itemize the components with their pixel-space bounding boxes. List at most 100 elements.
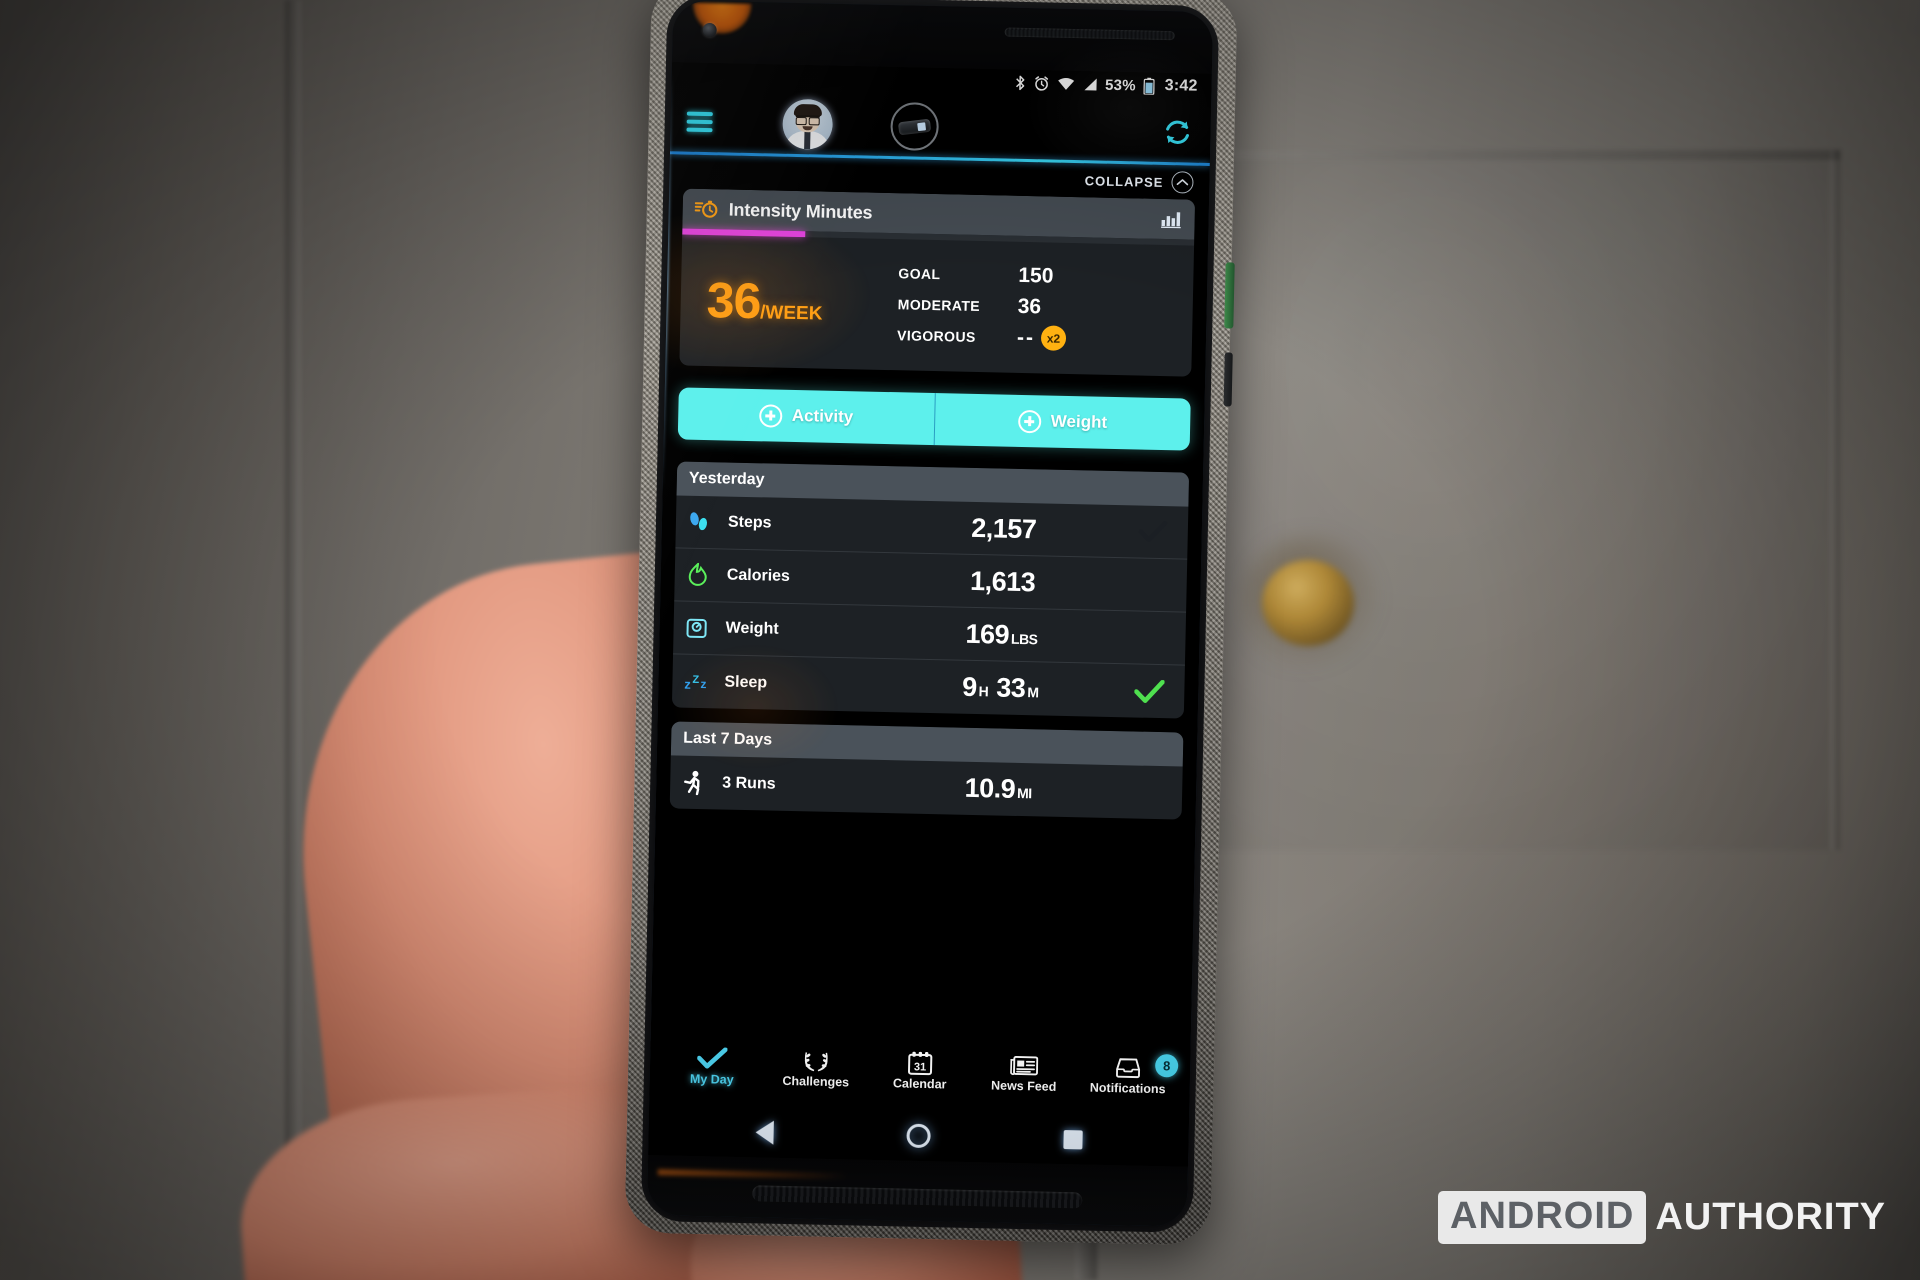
- sleep-zzz-icon: z Z z: [684, 671, 724, 692]
- back-triangle-icon[interactable]: [754, 1120, 774, 1145]
- multiplier-badge: x2: [1040, 325, 1067, 351]
- nav-item-calendar[interactable]: 31 Calendar: [868, 1050, 973, 1092]
- add-weight-label: Weight: [1050, 411, 1108, 432]
- battery-icon: [1143, 77, 1155, 95]
- stat-value-goal: 150: [1018, 263, 1054, 288]
- last-7-days-card: Last 7 Days 3 Runs 10.9MI: [669, 721, 1184, 820]
- nav-item-notifications[interactable]: Notifications 8: [1076, 1054, 1181, 1096]
- earpiece-speaker: [1004, 27, 1175, 41]
- nav-item-news-feed[interactable]: News Feed: [972, 1052, 1077, 1094]
- collapse-label: COLLAPSE: [1084, 172, 1164, 190]
- newspaper-icon: [1010, 1053, 1039, 1078]
- weight-number: 169: [965, 618, 1010, 650]
- plus-circle-icon: [1017, 409, 1042, 433]
- intensity-stats-list: GOAL 150 MODERATE 36 VIGOROUS -- x2: [897, 257, 1182, 356]
- plus-circle-icon: [758, 403, 783, 428]
- scale-icon: [685, 616, 726, 641]
- app-ui: 53% 3:42 COLLAPSE Intensity Minutes 36/W…: [648, 62, 1212, 1167]
- sleep-hours: 9: [961, 671, 978, 703]
- checkmark-icon-green: [1126, 679, 1173, 704]
- user-avatar[interactable]: [782, 98, 834, 150]
- sleep-minutes-unit: M: [1027, 684, 1039, 701]
- chevron-up-icon[interactable]: [1171, 171, 1194, 194]
- calendar-31-icon: 31: [907, 1051, 934, 1076]
- running-icon: [682, 769, 723, 796]
- intensity-card-title: Intensity Minutes: [728, 199, 873, 223]
- cell-signal-icon: [1082, 77, 1097, 91]
- bar-chart-icon[interactable]: [1160, 207, 1182, 230]
- volume-button[interactable]: [1223, 352, 1233, 407]
- nav-label-notifications: Notifications: [1089, 1080, 1166, 1097]
- top-bezel: [671, 0, 1214, 75]
- yesterday-card: Yesterday Steps 2,157 Calories 1,613 Wei…: [671, 461, 1190, 719]
- door-panel-right-edge: [1830, 150, 1840, 850]
- stat-value-vigorous: --: [1016, 325, 1036, 349]
- content-scroll-area[interactable]: Intensity Minutes 36/WEEK GOAL 150 MODER…: [651, 188, 1209, 1053]
- svg-text:Z: Z: [692, 673, 699, 685]
- nav-item-challenges[interactable]: Challenges: [764, 1047, 869, 1089]
- inbox-tray-icon: [1114, 1055, 1143, 1080]
- quick-add-buttons: Activity Weight: [677, 387, 1191, 451]
- stat-value-moderate: 36: [1017, 294, 1042, 318]
- bottom-navigation-bar: My Day Challenges 31 Calendar News Feed …: [649, 1041, 1191, 1117]
- power-button[interactable]: [1224, 262, 1235, 329]
- metric-check-runs: [1124, 792, 1170, 793]
- intensity-minutes-card[interactable]: Intensity Minutes 36/WEEK GOAL 150 MODER…: [679, 188, 1196, 377]
- svg-text:31: 31: [914, 1061, 927, 1073]
- footsteps-icon: [688, 510, 729, 535]
- phone-device: 53% 3:42 COLLAPSE Intensity Minutes 36/W…: [624, 0, 1238, 1246]
- metric-check-calories: [1129, 584, 1175, 585]
- watermark: ANDROID AUTHORITY: [1438, 1191, 1886, 1244]
- yesterday-title: Yesterday: [688, 469, 765, 489]
- bluetooth-icon: [1014, 75, 1025, 91]
- stat-key-goal: GOAL: [898, 264, 941, 282]
- svg-text:z: z: [700, 677, 706, 691]
- intensity-stat-row: VIGOROUS -- x2: [897, 319, 1181, 356]
- metric-value-steps: 2,157: [971, 512, 1037, 544]
- metric-row-sleep[interactable]: z Z z Sleep 9H 33M: [672, 654, 1185, 718]
- recents-square-icon[interactable]: [1062, 1129, 1083, 1149]
- fitness-band-icon[interactable]: [890, 102, 940, 152]
- last-7-days-title: Last 7 Days: [683, 729, 773, 749]
- alarm-icon: [1033, 75, 1049, 91]
- runs-distance-unit: MI: [1016, 784, 1032, 802]
- stat-key-vigorous: VIGOROUS: [896, 326, 976, 345]
- notifications-badge: 8: [1154, 1054, 1179, 1078]
- bottom-bezel: [646, 1154, 1188, 1227]
- weight-unit: LBS: [1010, 630, 1038, 647]
- intensity-unit: /WEEK: [759, 301, 823, 325]
- add-activity-label: Activity: [791, 405, 854, 427]
- metric-row-runs[interactable]: 3 Runs 10.9MI: [670, 755, 1183, 819]
- intensity-card-body: 36/WEEK GOAL 150 MODERATE 36 VIGOROUS --…: [679, 235, 1194, 377]
- nav-label-news-feed: News Feed: [990, 1078, 1057, 1094]
- sync-refresh-icon[interactable]: [1160, 115, 1195, 150]
- home-circle-icon[interactable]: [905, 1123, 931, 1149]
- metric-value-calories: 1,613: [969, 565, 1036, 597]
- nav-item-my-day[interactable]: My Day: [660, 1045, 765, 1087]
- metric-label-runs: 3 Runs: [722, 774, 776, 793]
- battery-percent-label: 53%: [1104, 76, 1136, 94]
- door-edge-left: [285, 0, 301, 1280]
- metric-label-calories: Calories: [726, 566, 791, 585]
- sleep-minutes: 33: [996, 672, 1026, 704]
- add-activity-button[interactable]: Activity: [678, 387, 935, 445]
- checkmark-icon: [697, 1046, 728, 1071]
- runs-distance: 10.9: [964, 772, 1016, 804]
- metric-label-weight: Weight: [725, 619, 779, 638]
- watermark-authority: AUTHORITY: [1655, 1196, 1886, 1238]
- metric-value-weight: 169LBS: [875, 616, 1128, 652]
- photo-scene: 53% 3:42 COLLAPSE Intensity Minutes 36/W…: [0, 0, 1920, 1280]
- nav-label-my-day: My Day: [689, 1071, 734, 1087]
- add-weight-button[interactable]: Weight: [933, 393, 1191, 451]
- door-knob: [1262, 560, 1354, 646]
- flame-icon: [687, 562, 728, 588]
- door-panel-top-edge: [1140, 150, 1840, 160]
- intensity-big-value: 36/WEEK: [692, 270, 898, 332]
- bottom-speaker: [752, 1185, 1083, 1209]
- hamburger-menu-icon[interactable]: [686, 111, 713, 133]
- metric-label-sleep: Sleep: [724, 673, 768, 691]
- door-panel: [1160, 160, 1830, 850]
- checkmark-icon-dark: [1130, 520, 1176, 543]
- watermark-android: ANDROID: [1438, 1191, 1647, 1244]
- metric-check-weight: [1128, 637, 1174, 638]
